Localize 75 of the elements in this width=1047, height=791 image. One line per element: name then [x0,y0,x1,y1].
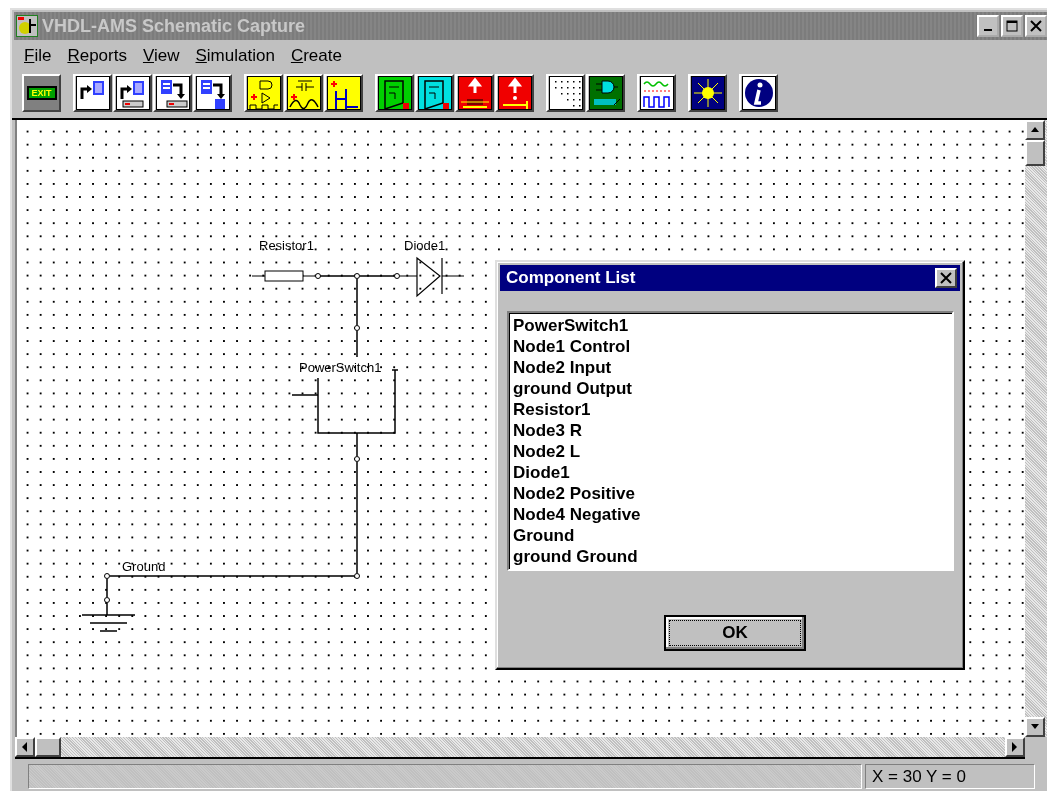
minimize-button[interactable] [977,15,999,37]
resistor-symbol [251,270,316,282]
menu-item[interactable]: Simulation [195,46,275,66]
toolbar-button[interactable] [153,74,192,112]
menu-item[interactable]: File [24,46,52,66]
toolbar-button[interactable] [637,74,676,112]
list-item[interactable]: Node4 Negative [513,504,948,525]
toolbar-button[interactable] [739,74,778,112]
maximize-icon [1006,20,1018,32]
ok-button[interactable]: OK [664,615,806,651]
scroll-thumb[interactable] [1025,140,1045,166]
list-item[interactable]: Node2 Input [513,357,948,378]
close-button[interactable] [1025,15,1047,37]
component-list[interactable]: PowerSwitch1 Node1 Control Node2 Input ground Output Resistor1 Node3 R Node2 L Diode1 Node2 Positive Node4 Negative Ground ground Ground [507,311,954,571]
arrow-document-icon [76,77,109,109]
gate-icon [589,77,622,109]
capacitor-wave-icon [287,77,320,109]
menu-item[interactable]: View [142,46,180,66]
info-icon [742,77,775,109]
probe-icon [498,77,531,109]
bus-lines-icon [327,77,360,109]
toolbar-button[interactable] [495,74,534,112]
toolbar-button[interactable] [113,74,152,112]
close-icon [1030,20,1042,32]
maximize-button[interactable] [1001,15,1023,37]
node-icon [418,77,451,109]
toolbar-button[interactable] [193,74,232,112]
diode-symbol [399,257,465,298]
component-label: Resistor1 [259,238,314,253]
toolbar-button[interactable] [586,74,625,112]
toolbar-button[interactable] [73,74,112,112]
list-item[interactable]: Diode1 [513,462,948,483]
toolbar-button[interactable] [375,74,414,112]
dialog-title: Component List [506,268,636,288]
component-label: Ground [122,559,166,574]
component-icon [378,77,411,109]
arrow-document-icon [116,77,149,109]
app-icon [16,15,38,37]
component-label: Diode1 [404,238,446,253]
list-item[interactable]: Node2 L [513,441,948,462]
toolbar-button[interactable] [546,74,585,112]
close-icon [940,272,952,284]
close-button[interactable] [935,268,957,288]
grid-dots-icon [549,77,582,109]
toolbar-button[interactable] [324,74,363,112]
component-label: PowerSwitch1 [299,360,382,375]
gate-circuit-icon [247,77,280,109]
toolbar-button[interactable] [455,74,494,112]
toolbar-button[interactable] [688,74,727,112]
minimize-icon [984,29,992,31]
toolbar-button[interactable] [284,74,323,112]
scroll-down-button[interactable] [1025,717,1045,737]
list-item[interactable]: Node2 Positive [513,483,948,504]
list-item[interactable]: Resistor1 [513,399,948,420]
list-item[interactable]: ground Output [513,378,948,399]
toolbar-button[interactable] [244,74,283,112]
resistor-icon [458,77,491,109]
list-item[interactable]: Ground [513,525,948,546]
scroll-left-button[interactable] [15,737,35,757]
toolbar-button[interactable] [415,74,454,112]
waveform-icon [640,77,673,109]
coordinates-readout: X = 30 Y = 0 [865,764,1035,789]
sun-icon [691,77,724,109]
list-item[interactable]: Node3 R [513,420,948,441]
ground-symbol [81,614,136,632]
list-item[interactable]: Node1 Control [513,336,948,357]
list-item[interactable]: PowerSwitch1 [513,315,948,336]
scroll-right-button[interactable] [1005,737,1025,757]
schematic-canvas[interactable]: Resistor1 Diode1 PowerSwitch1 Ground Component List PowerSwitch1 Node1 Control Node2 Input ground Output Resistor1 Node3 R Node2 L Diode1 Node2 Positive Node4 Negative Ground ground Ground OK [15,120,1025,737]
window-title: VHDL-AMS Schematic Capture [42,15,307,37]
scroll-thumb[interactable] [35,737,61,757]
menu-item[interactable]: Reports [67,46,127,66]
scroll-up-button[interactable] [1025,120,1045,140]
menu-item[interactable]: Create [290,46,342,66]
list-item[interactable]: ground Ground [513,546,948,567]
